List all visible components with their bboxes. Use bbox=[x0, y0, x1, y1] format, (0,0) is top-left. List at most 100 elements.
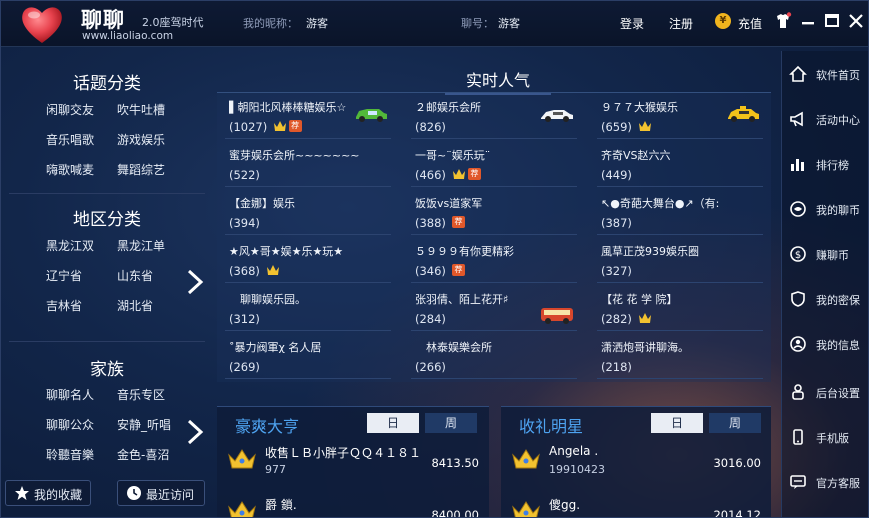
recent-visits-button[interactable]: 最近访问 bbox=[117, 480, 205, 506]
register-button[interactable]: 注册 bbox=[669, 15, 693, 32]
region-item[interactable]: 黑龙江单 bbox=[117, 237, 165, 254]
hot-tag-badge-icon: 荐 bbox=[452, 216, 465, 228]
room-cell[interactable]: 潇洒炮哥讲聊海。 (218) bbox=[589, 335, 765, 379]
room-cell[interactable]: ９７７大猴娱乐 (659) bbox=[589, 95, 765, 139]
room-divider bbox=[597, 186, 763, 187]
room-cell[interactable]: 张羽倩、陌上花开♯ (284) bbox=[403, 287, 579, 331]
rich-tab-week[interactable]: 周 bbox=[425, 413, 477, 433]
sidebar-item-label: 活动中心 bbox=[816, 114, 860, 127]
sidebar-item-7[interactable]: 后台设置 bbox=[782, 377, 868, 407]
room-cell[interactable]: 齐奇VS赵六六 (449) bbox=[589, 143, 765, 187]
room-cell[interactable]: ★风★哥★娱★乐★玩★ (368) bbox=[217, 239, 393, 283]
login-button[interactable]: 登录 bbox=[620, 15, 644, 32]
settings-icon bbox=[792, 384, 804, 400]
topic-category-title: 话题分类 bbox=[73, 74, 141, 94]
app-window: 聊聊 2.0座驾时代 www.liaoliao.com 我的昵称： 游客 聊号：… bbox=[0, 0, 869, 518]
crown-badge-icon bbox=[273, 121, 286, 131]
topic-item[interactable]: 舞蹈综艺 bbox=[117, 161, 165, 178]
family-item[interactable]: 聆聽音樂 bbox=[46, 446, 94, 463]
sidebar-item-0[interactable]: 软件首页 bbox=[782, 59, 868, 89]
hot-tag-badge-icon: 荐 bbox=[288, 120, 302, 132]
maximize-icon[interactable] bbox=[822, 11, 842, 31]
region-item[interactable]: 山东省 bbox=[117, 267, 153, 284]
room-cell[interactable]: 聊聊娱乐园。 (312) bbox=[217, 287, 393, 331]
star-tab-week[interactable]: 周 bbox=[709, 413, 761, 433]
sidebar-item-label: 我的信息 bbox=[816, 339, 860, 352]
crown-icon bbox=[228, 501, 256, 517]
room-name: ★风★哥★娱★乐★玩★ bbox=[229, 245, 344, 258]
topic-item[interactable]: 闲聊交友 bbox=[46, 101, 94, 118]
topic-item[interactable]: 嗨歌喊麦 bbox=[46, 161, 94, 178]
favorites-button[interactable]: 我的收藏 bbox=[5, 480, 91, 506]
room-cell[interactable]: 【金娜】娱乐 (394) bbox=[217, 191, 393, 235]
room-divider bbox=[225, 330, 391, 331]
clock-icon bbox=[127, 486, 141, 500]
sidebar-item-2[interactable]: 排行榜 bbox=[782, 149, 868, 179]
region-item[interactable]: 黑龙江双 bbox=[46, 237, 94, 254]
hot-tag-badge-icon: 荐 bbox=[452, 264, 465, 276]
room-cell[interactable]: ˚暴力阀軍χ 名人居 (269) bbox=[217, 335, 393, 379]
app-slogan: 2.0座驾时代 bbox=[142, 16, 204, 29]
rank-row[interactable]: Angela . 19910423 3016.00 bbox=[501, 441, 771, 487]
sidebar-item-8[interactable]: 手机版 bbox=[782, 422, 868, 452]
room-name: 一哥~¨娱乐玩¨ bbox=[415, 149, 491, 162]
close-icon[interactable] bbox=[846, 11, 866, 31]
topic-item[interactable]: 吹牛吐槽 bbox=[117, 101, 165, 118]
sidebar-item-1[interactable]: 活动中心 bbox=[782, 104, 868, 134]
room-cell[interactable]: 一哥~¨娱乐玩¨ (466) 荐 bbox=[403, 143, 579, 187]
room-online-count: (826) bbox=[415, 120, 446, 134]
rank-user-name: Angela . bbox=[549, 444, 599, 458]
room-online-count: (449) bbox=[601, 168, 632, 182]
rank-row[interactable]: 收售ＬＢ小胖子ＱＱ４１８１ 977 8413.50 bbox=[217, 441, 489, 487]
topic-item[interactable]: 音乐唱歌 bbox=[46, 131, 94, 148]
room-cell[interactable]: 【花 花 学 院】 (282) bbox=[589, 287, 765, 331]
region-category-title: 地区分类 bbox=[73, 210, 141, 230]
rich-tab-day[interactable]: 日 bbox=[367, 413, 419, 433]
recharge-button[interactable]: 充值 bbox=[738, 15, 762, 32]
crown-badge-icon bbox=[267, 265, 279, 275]
sidebar-item-6[interactable]: 我的信息 bbox=[782, 329, 868, 359]
family-item[interactable]: 聊聊公众 bbox=[46, 416, 94, 433]
sidebar-item-9[interactable]: 官方客服 bbox=[782, 467, 868, 497]
shield-icon bbox=[791, 291, 805, 307]
rank-row[interactable]: 爵 鎖. 8400.00 bbox=[217, 493, 489, 518]
sidebar-item-3[interactable]: 我的聊币 bbox=[782, 194, 868, 224]
family-item[interactable]: 安静_听唱 bbox=[117, 416, 173, 433]
taxi-icon bbox=[728, 106, 759, 122]
region-item[interactable]: 辽宁省 bbox=[46, 267, 82, 284]
heart-logo-icon bbox=[22, 7, 62, 44]
room-cell[interactable]: 風草正茂939娛乐圈 (327) bbox=[589, 239, 765, 283]
room-cell[interactable]: ５９９９有你更精彩 (346) 荐 bbox=[403, 239, 579, 283]
crown-icon bbox=[228, 449, 256, 469]
topic-item[interactable]: 游戏娱乐 bbox=[117, 131, 165, 148]
family-item[interactable]: 金色-喜沼 bbox=[117, 446, 173, 463]
sidebar-item-label: 排行榜 bbox=[816, 159, 849, 172]
minimize-icon[interactable] bbox=[798, 11, 818, 31]
room-divider bbox=[225, 186, 391, 187]
family-item[interactable]: 音乐专区 bbox=[117, 386, 165, 403]
rank-score: 3016.00 bbox=[713, 456, 761, 470]
family-expand-arrow-icon[interactable] bbox=[183, 417, 207, 447]
room-cell[interactable]: 饭饭vs道家军 (388) 荐 bbox=[403, 191, 579, 235]
room-cell[interactable]: 林泰娱樂会所 (266) bbox=[403, 335, 579, 379]
rank-user-name: 爵 鎖. bbox=[265, 498, 297, 512]
family-item[interactable]: 聊聊名人 bbox=[46, 386, 94, 403]
room-name: 潇洒炮哥讲聊海。 bbox=[601, 341, 689, 354]
star-tab-day[interactable]: 日 bbox=[651, 413, 703, 433]
room-cell[interactable]: ↖●奇葩大舞台●↗（有: (387) bbox=[589, 191, 765, 235]
region-item[interactable]: 吉林省 bbox=[46, 297, 82, 314]
region-item[interactable]: 湖北省 bbox=[117, 297, 153, 314]
phone-icon bbox=[793, 429, 803, 445]
room-cell[interactable]: 蜜芽娱乐会所~~~~~~~ (522) bbox=[217, 143, 393, 187]
room-divider bbox=[411, 186, 577, 187]
rank-score: 8400.00 bbox=[431, 508, 479, 518]
sidebar-item-4[interactable]: $ 赚聊币 bbox=[782, 239, 868, 269]
account-label: 聊号： bbox=[461, 17, 494, 30]
region-expand-arrow-icon[interactable] bbox=[183, 267, 207, 297]
room-cell[interactable]: ２邮娱乐会所 (826) bbox=[403, 95, 579, 139]
skin-icon[interactable] bbox=[773, 11, 793, 31]
room-cell[interactable]: ▌朝阳北风棒棒糖娱乐☆ (1027) 荐 bbox=[217, 95, 393, 139]
sidebar-item-5[interactable]: 我的密保 bbox=[782, 284, 868, 314]
chat-icon bbox=[790, 475, 806, 489]
rank-row[interactable]: 傻gg. 2014.12 bbox=[501, 493, 771, 517]
